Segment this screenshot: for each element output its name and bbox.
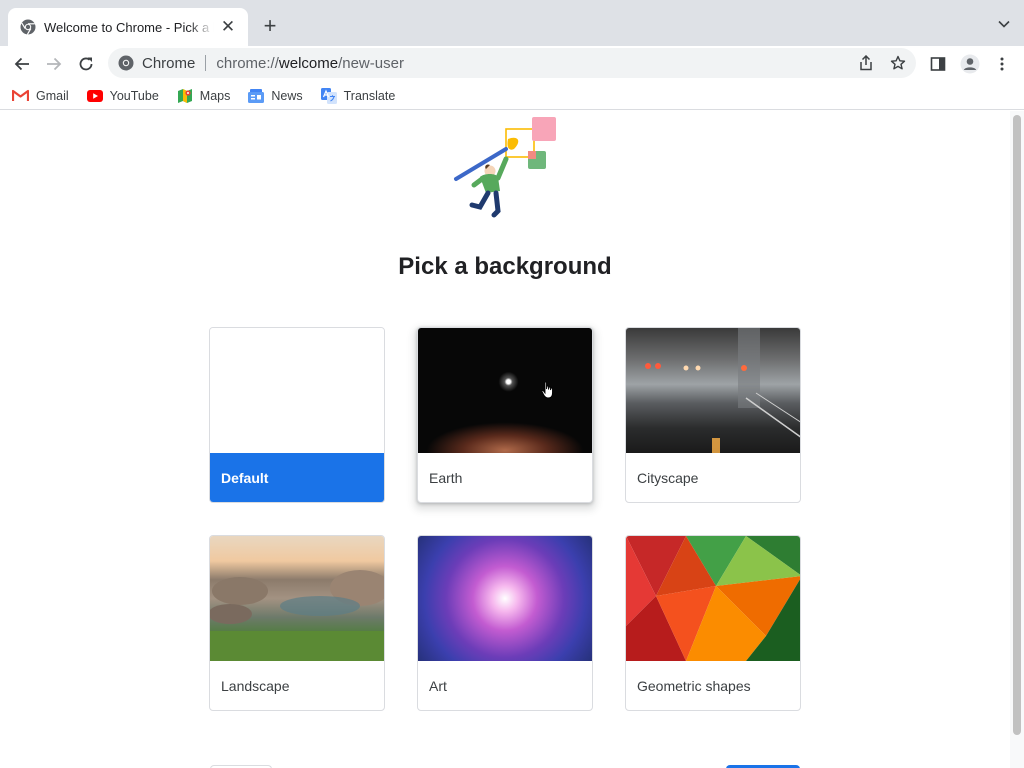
card-label: Earth: [429, 469, 463, 486]
chrome-icon: [20, 19, 36, 35]
card-label: Default: [210, 453, 384, 502]
menu-button[interactable]: [988, 50, 1016, 78]
welcome-page: Pick a background Default Earth Cityscap…: [0, 111, 1010, 768]
tab-title: Welcome to Chrome - Pick a background: [44, 19, 214, 35]
forward-arrow-icon: [47, 57, 62, 71]
tab-close-icon[interactable]: ✕: [218, 17, 238, 37]
tab-search-chevron-icon[interactable]: [994, 14, 1014, 34]
bookmark-translate[interactable]: Translate: [320, 87, 396, 104]
bookmark-gmail[interactable]: Gmail: [12, 89, 69, 103]
chrome-site-icon: [118, 55, 134, 71]
new-tab-button[interactable]: +: [256, 12, 284, 40]
omnibox[interactable]: Chrome chrome://welcome/new-user: [108, 48, 916, 78]
scrollbar-thumb[interactable]: [1013, 115, 1021, 735]
bookmark-star-icon[interactable]: [888, 53, 908, 73]
omnibox-url: chrome://welcome/new-user: [216, 55, 404, 72]
background-card-geometric-shapes[interactable]: Geometric shapes: [625, 535, 801, 711]
url-host: welcome: [278, 54, 339, 72]
news-icon: [248, 88, 265, 103]
gmail-icon: [12, 89, 29, 101]
avatar-icon: [960, 54, 980, 74]
side-panel-button[interactable]: [924, 50, 952, 78]
bookmark-youtube[interactable]: YouTube: [86, 88, 159, 103]
card-label: Cityscape: [637, 469, 699, 486]
background-card-art[interactable]: Art: [417, 535, 593, 711]
tab-strip: Welcome to Chrome - Pick a background ✕ …: [0, 0, 1024, 46]
translate-icon: [320, 87, 337, 104]
bookmarks-bar: Gmail YouTube Maps News Translate: [0, 82, 1024, 110]
background-card-cityscape[interactable]: Cityscape: [625, 327, 801, 503]
card-label: Landscape: [221, 677, 290, 694]
forward-button[interactable]: [40, 50, 68, 78]
side-panel-icon: [930, 57, 946, 71]
back-button[interactable]: [8, 50, 36, 78]
youtube-icon: [86, 89, 103, 102]
more-vert-icon: [1000, 57, 1004, 71]
background-thumbnail: [418, 536, 592, 661]
background-card-landscape[interactable]: Landscape: [209, 535, 385, 711]
hand-cursor-icon: [541, 381, 553, 399]
background-thumbnail: [210, 536, 384, 661]
back-arrow-icon: [14, 57, 29, 71]
maps-icon: [177, 88, 192, 103]
page-scrollbar[interactable]: [1010, 111, 1024, 768]
bookmark-label: Gmail: [36, 88, 69, 103]
bookmark-maps[interactable]: Maps: [177, 88, 231, 104]
background-thumbnail: [418, 328, 592, 453]
painter-illustration: [454, 117, 556, 218]
background-card-default[interactable]: Default: [209, 327, 385, 503]
background-thumbnail: [626, 536, 800, 661]
omnibox-actions: [856, 53, 908, 73]
tab-welcome[interactable]: Welcome to Chrome - Pick a background ✕: [8, 8, 248, 46]
toolbar: Chrome chrome://welcome/new-user: [0, 46, 1024, 82]
reload-button[interactable]: [72, 50, 100, 78]
card-label: Geometric shapes: [637, 677, 751, 694]
omnibox-chip: Chrome: [142, 54, 196, 72]
bookmark-label: YouTube: [109, 88, 159, 103]
card-label: Art: [429, 677, 447, 694]
bookmark-label: Translate: [343, 88, 396, 103]
background-card-earth[interactable]: Earth: [417, 327, 593, 503]
url-scheme: chrome://: [216, 54, 279, 72]
url-path: /new-user: [338, 54, 404, 72]
omnibox-separator: [205, 55, 207, 71]
page-title: Pick a background: [398, 253, 612, 280]
bookmark-label: News: [271, 88, 303, 103]
share-icon[interactable]: [856, 53, 876, 73]
bookmark-news[interactable]: News: [248, 88, 303, 103]
reload-icon: [79, 57, 93, 71]
background-thumbnail: [626, 328, 800, 453]
background-thumbnail: [210, 328, 384, 453]
bookmark-label: Maps: [199, 88, 231, 103]
profile-button[interactable]: [956, 50, 984, 78]
